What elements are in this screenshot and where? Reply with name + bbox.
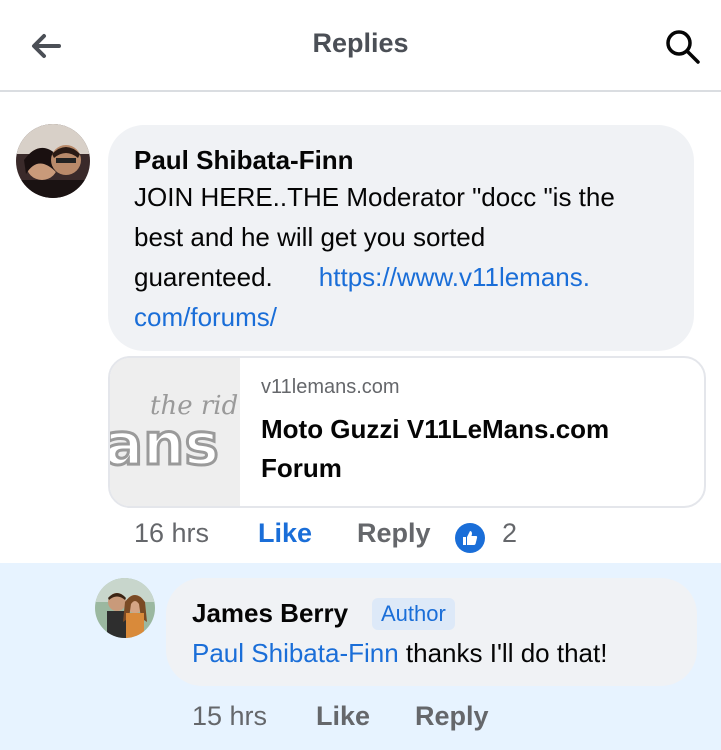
like-reaction-icon[interactable] <box>455 523 485 553</box>
avatar[interactable] <box>16 124 90 198</box>
preview-title: Moto Guzzi V11LeMans.com Forum <box>261 414 610 483</box>
search-icon <box>666 30 700 64</box>
forum-link[interactable]: https://www.v11lemans. <box>319 262 590 292</box>
reaction-count: 2 <box>502 518 518 548</box>
link-preview-card[interactable]: the rid ans v11lemans.com Moto Guzzi V11… <box>108 356 706 508</box>
comment-line: best and he will get you sorted <box>134 222 486 252</box>
reply-time[interactable]: 15 hrs <box>192 701 267 732</box>
mention-link[interactable]: Paul Shibata-Finn <box>192 638 399 668</box>
comment-text-end: guarenteed. <box>134 262 273 292</box>
top-bar: Replies <box>0 0 721 92</box>
reply-actions: 15 hrs Like Reply <box>0 701 721 741</box>
svg-text:ans: ans <box>110 410 219 478</box>
comment-time[interactable]: 16 hrs <box>134 518 209 549</box>
comment-line: JOIN HERE..THE Moderator "docc "is the <box>134 182 615 212</box>
comment-actions: 16 hrs Like Reply 2 <box>0 518 721 558</box>
search-button[interactable] <box>660 24 706 70</box>
reply-reply-button[interactable]: Reply <box>415 701 489 732</box>
preview-thumbnail: the rid ans <box>110 358 240 506</box>
avatar[interactable] <box>95 578 155 638</box>
comment-line: guarenteed. https://www.v11lemans. <box>134 257 694 297</box>
reply-button[interactable]: Reply <box>357 518 431 549</box>
reply-like-button[interactable]: Like <box>316 701 370 732</box>
reply-author[interactable]: James Berry <box>192 598 348 629</box>
page-title: Replies <box>312 28 409 58</box>
like-button[interactable]: Like <box>258 518 312 549</box>
author-badge: Author <box>372 598 455 630</box>
reply-message: thanks I'll do that! <box>398 638 608 668</box>
reply-text: Paul Shibata-Finn thanks I'll do that! <box>192 633 607 673</box>
comment-bubble: Paul Shibata-Finn JOIN HERE..THE Moderat… <box>108 125 694 351</box>
forum-link-continued[interactable]: com/forums/ <box>134 302 277 332</box>
comment-author[interactable]: Paul Shibata-Finn <box>134 145 354 176</box>
preview-domain: v11lemans.com <box>261 376 400 398</box>
comment-text: JOIN HERE..THE Moderator "docc "is the b… <box>134 177 694 337</box>
